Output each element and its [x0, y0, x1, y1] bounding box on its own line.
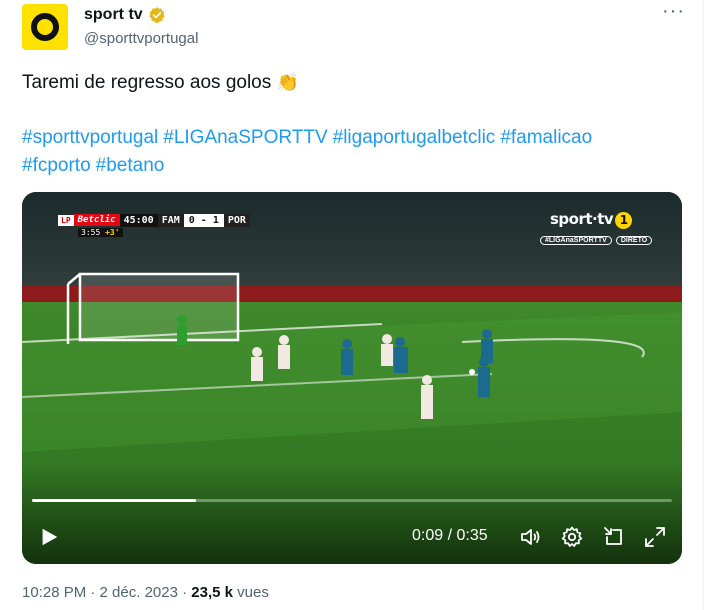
added-time: 3:55 +3'	[78, 228, 123, 237]
league-badge: LP	[58, 214, 74, 226]
channel-number: 1	[615, 212, 633, 229]
expand-icon[interactable]	[643, 525, 667, 549]
fullscreen-exit-icon[interactable]	[602, 525, 626, 549]
hashtag-link[interactable]: #LIGAnaSPORTTV	[163, 127, 327, 148]
added-time-extra: +3'	[105, 228, 120, 237]
tweet-meta: 10:28 PM · 2 déc. 2023 · 23,5 k vues	[22, 584, 269, 601]
handle[interactable]: @sporttvportugal	[84, 30, 198, 47]
video-progress-bar[interactable]	[32, 499, 672, 502]
channel-hashtag: #LIGAnaSPORTTV	[540, 236, 612, 245]
verified-badge-icon	[149, 7, 165, 24]
avatar[interactable]	[22, 4, 68, 50]
author-name-row[interactable]: sport tv	[84, 6, 166, 24]
hashtag-list: #sporttvportugal #LIGAnaSPORTTV #ligaportu…	[22, 124, 682, 180]
hashtag-link[interactable]: #ligaportugalbetclic	[333, 127, 496, 148]
controls-shade	[22, 464, 682, 564]
sponsor-label: Betclic	[73, 214, 120, 226]
goal-frame	[66, 272, 240, 344]
views-label: vues	[232, 584, 269, 601]
views-count: 23,5 k	[191, 584, 233, 601]
hashtag-link[interactable]: #sporttvportugal	[22, 127, 158, 148]
channel-tags: #LIGAnaSPORTTV DIRETO	[540, 236, 653, 245]
video-time-readout: 0:09 / 0:35	[412, 527, 488, 544]
home-team: FAM	[157, 213, 184, 227]
away-team: POR	[223, 213, 250, 227]
play-icon[interactable]	[38, 526, 60, 548]
hashtag-link[interactable]: #famalicao	[500, 127, 592, 148]
score-bug: LP Betclic 45:00 FAM 0 - 1 POR	[58, 212, 250, 228]
channel-logo: sport·tv 1	[550, 210, 633, 229]
volume-icon[interactable]	[519, 525, 543, 549]
match-clock: 45:00	[119, 213, 158, 227]
clapping-hands-emoji: 👏	[276, 72, 299, 92]
video-progress-fill	[32, 499, 197, 502]
channel-logo-text: sport·tv	[550, 210, 614, 228]
video-player[interactable]: LP Betclic 45:00 FAM 0 - 1 POR 3:55 +3' …	[22, 192, 682, 564]
tweet-text: Taremi de regresso aos golos 👏	[22, 68, 299, 97]
added-time-clock: 3:55	[81, 228, 101, 237]
match-score: 0 - 1	[183, 213, 224, 227]
settings-icon[interactable]	[560, 525, 584, 549]
hashtag-link[interactable]: #fcporto	[22, 155, 91, 176]
live-badge: DIRETO	[615, 236, 653, 245]
avatar-logo-ring	[31, 13, 59, 41]
hashtag-link[interactable]: #betano	[96, 155, 165, 176]
display-name[interactable]: sport tv	[84, 6, 143, 24]
tweet-text-body: Taremi de regresso aos golos	[22, 72, 272, 93]
video-frame	[22, 192, 682, 564]
tweet-card: sport tv @sporttvportugal ··· Taremi de …	[0, 0, 704, 610]
more-options-button[interactable]: ···	[662, 0, 685, 23]
tweet-timestamp[interactable]: 10:28 PM · 2 déc. 2023 ·	[22, 584, 191, 601]
